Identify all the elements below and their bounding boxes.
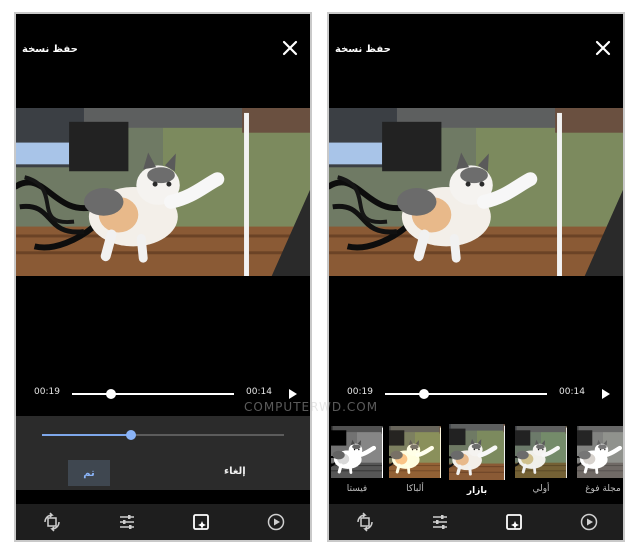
filter-thumbnail [389, 426, 441, 478]
filter-label: فيستا [346, 484, 368, 494]
adjust-slider-fill [42, 434, 130, 436]
adjust-panel: تم إلغاء [16, 416, 310, 490]
timeline-handle[interactable] [106, 389, 116, 399]
filter-option[interactable]: فيستا [331, 426, 383, 494]
top-bar: حفظ نسخة [329, 14, 623, 84]
top-bar: حفظ نسخة [16, 14, 310, 84]
filter-label: ألباكا [406, 484, 424, 494]
cancel-button[interactable]: إلغاء [224, 466, 246, 477]
close-icon[interactable] [593, 38, 613, 58]
save-copy-button[interactable]: حفظ نسخة [335, 44, 391, 55]
end-time: 00:14 [559, 387, 585, 397]
play-icon[interactable] [288, 388, 298, 400]
play-circle-icon[interactable] [579, 512, 599, 532]
filter-label: أولي [532, 484, 550, 494]
filter-thumbnail [331, 426, 383, 478]
phone-screen-filters: حفظ نسخة 00:19 00:14 فيستا ألباكا بازار … [327, 12, 625, 542]
filter-label: مجلة فوغ [585, 484, 621, 494]
filter-thumbnail [449, 424, 505, 480]
timeline-track[interactable] [385, 393, 547, 395]
filter-icon[interactable] [191, 512, 211, 532]
start-time: 00:19 [34, 387, 60, 397]
adjust-slider-handle[interactable] [126, 430, 136, 440]
timeline-handle[interactable] [419, 389, 429, 399]
video-preview [16, 108, 310, 276]
end-time: 00:14 [246, 387, 272, 397]
play-icon[interactable] [601, 388, 611, 400]
filter-option-selected[interactable]: بازار [451, 426, 503, 496]
done-button[interactable]: تم [68, 460, 110, 486]
save-copy-button[interactable]: حفظ نسخة [22, 44, 78, 55]
rotate-icon[interactable] [42, 512, 62, 532]
filter-icon[interactable] [504, 512, 524, 532]
phone-screen-adjust: حفظ نسخة 00:19 00:14 تم إلغاء [14, 12, 312, 542]
filter-option[interactable]: ألباكا [389, 426, 441, 494]
timeline-track[interactable] [72, 393, 234, 395]
video-preview [329, 108, 623, 276]
bottom-toolbar [329, 504, 623, 540]
filter-thumbnail [577, 426, 625, 478]
sliders-icon[interactable] [117, 512, 137, 532]
filter-strip: فيستا ألباكا بازار أولي مجلة فوغ [329, 426, 623, 506]
watermark: COMPUTERWD.COM [244, 400, 379, 414]
close-icon[interactable] [280, 38, 300, 58]
play-circle-icon[interactable] [266, 512, 286, 532]
rotate-icon[interactable] [355, 512, 375, 532]
filter-option[interactable]: مجلة فوغ [577, 426, 625, 494]
start-time: 00:19 [347, 387, 373, 397]
bottom-toolbar [16, 504, 310, 540]
filter-thumbnail [515, 426, 567, 478]
filter-option[interactable]: أولي [515, 426, 567, 494]
filter-label: بازار [466, 486, 488, 496]
sliders-icon[interactable] [430, 512, 450, 532]
